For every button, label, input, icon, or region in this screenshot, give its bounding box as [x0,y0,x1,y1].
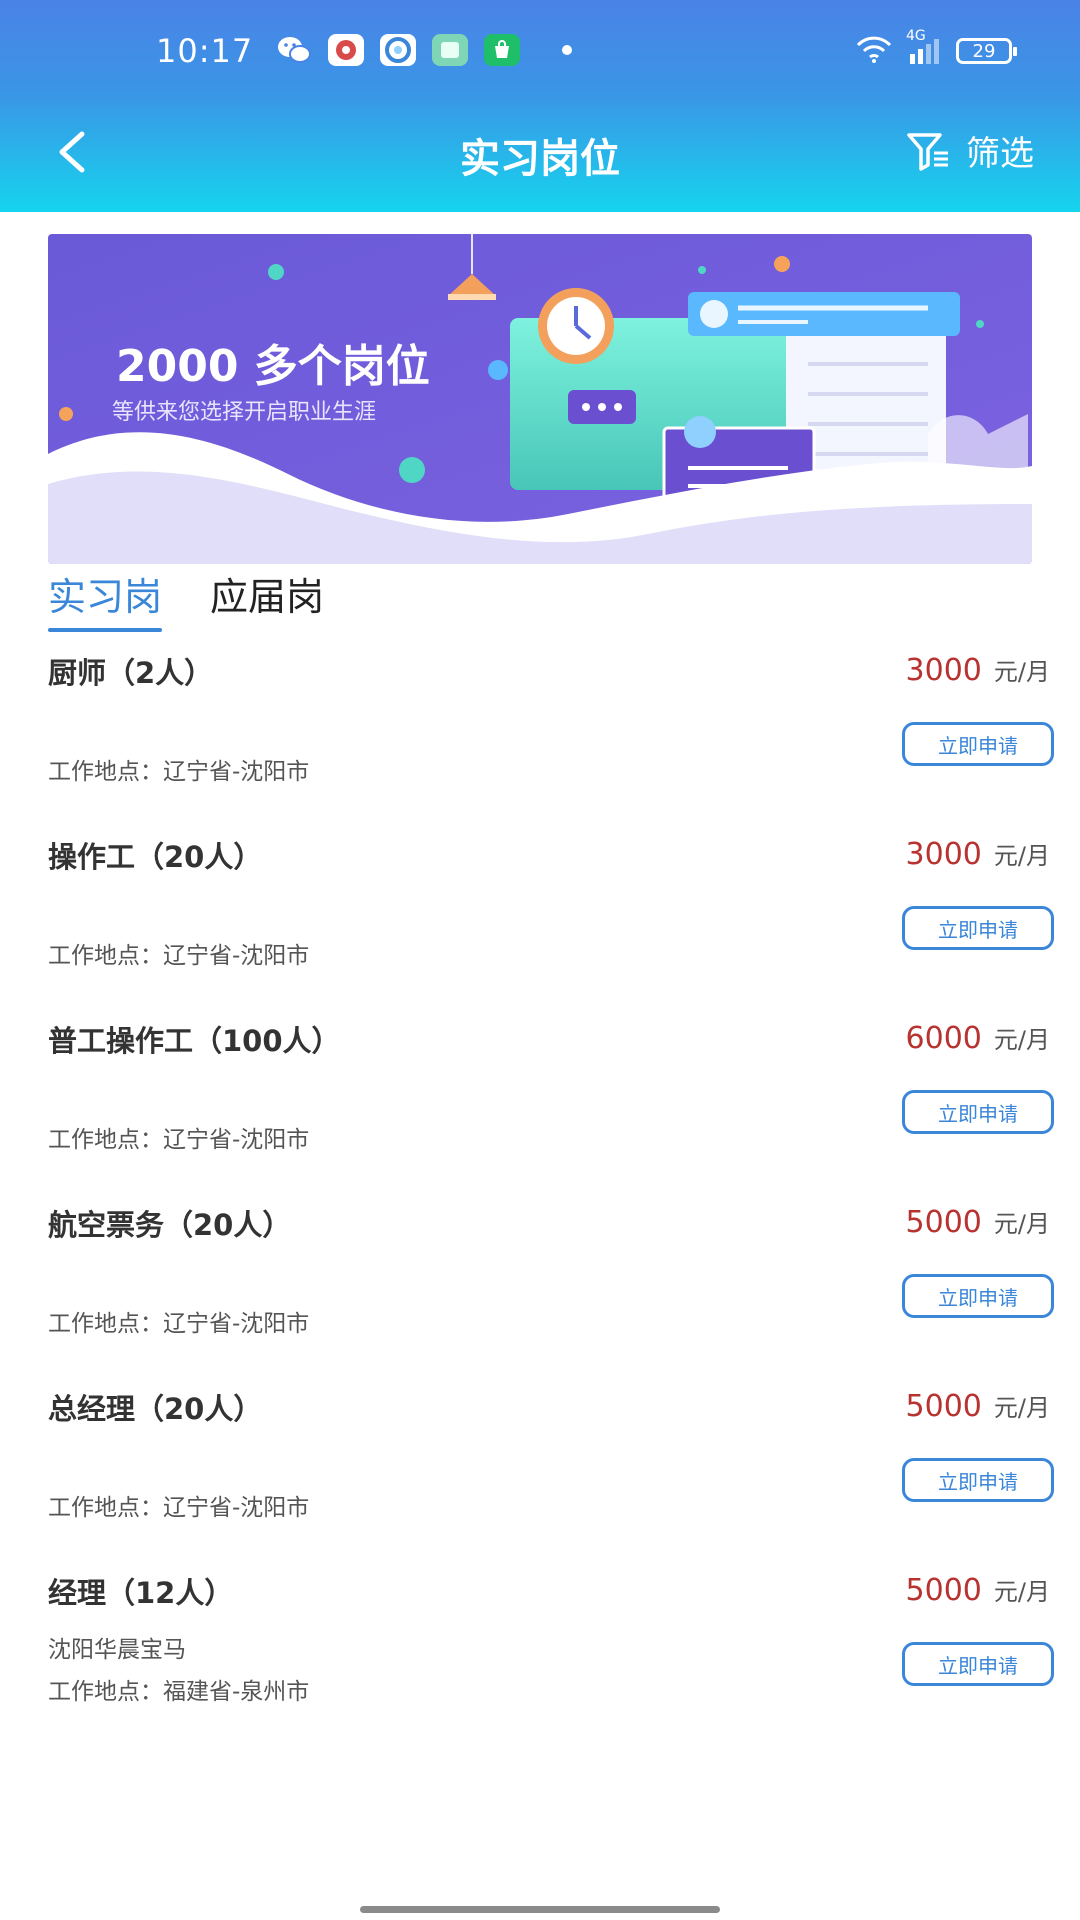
wifi-icon [854,34,894,68]
salary-amount: 3000 [905,653,982,688]
apply-button[interactable]: 立即申请 [902,1274,1054,1318]
salary-amount: 3000 [905,837,982,872]
tab-internship[interactable]: 实习岗 [48,566,163,632]
wechat-icon [276,34,312,66]
status-bar: 10:17 4G 29 [0,0,1080,105]
job-item[interactable]: 普工操作工（100人） 6000 元/月 工作地点：辽宁省-沈阳市 立即申请 [0,998,1080,1182]
notification-dot-icon [562,45,572,55]
back-button[interactable] [48,124,98,180]
job-item[interactable]: 总经理（20人） 5000 元/月 工作地点：辽宁省-沈阳市 立即申请 [0,1366,1080,1550]
job-location: 工作地点：辽宁省-沈阳市 [48,1495,310,1521]
battery-level: 29 [972,40,996,62]
header: 10:17 4G 29 实习岗位 筛选 [0,0,1080,212]
status-indicators: 4G 29 [854,28,1017,68]
job-title: 操作工（20人） [48,840,263,874]
job-title: 经理（12人） [48,1576,234,1610]
app-icon [328,34,364,66]
battery-icon: 29 [956,38,1017,64]
apply-button[interactable]: 立即申请 [902,1642,1054,1686]
job-type-tabs: 实习岗 应届岗 [48,566,324,632]
job-salary: 5000 元/月 [906,1572,1050,1608]
job-title: 厨师（2人） [48,656,214,690]
job-company: 沈阳华晨宝马 [48,1637,186,1663]
filter-icon [907,132,948,171]
job-salary: 3000 元/月 [906,652,1050,688]
salary-amount: 6000 [905,1021,982,1056]
job-location: 工作地点：辽宁省-沈阳市 [48,943,310,969]
job-salary: 6000 元/月 [906,1020,1050,1056]
salary-unit: 元/月 [993,1210,1050,1238]
browser-icon [380,34,416,66]
job-item[interactable]: 厨师（2人） 3000 元/月 工作地点：辽宁省-沈阳市 立即申请 [0,630,1080,814]
job-salary: 5000 元/月 [906,1204,1050,1240]
banner-subline: 等供来您选择开启职业生涯 [112,400,377,425]
job-location: 工作地点：辽宁省-沈阳市 [48,1311,310,1337]
job-title: 总经理（20人） [48,1392,263,1426]
job-title: 普工操作工（100人） [48,1024,341,1058]
job-salary: 3000 元/月 [906,836,1050,872]
salary-unit: 元/月 [993,842,1050,870]
apply-button[interactable]: 立即申请 [902,906,1054,950]
job-location: 工作地点：辽宁省-沈阳市 [48,1127,310,1153]
banner-headline: 2000 多个岗位 [116,341,430,392]
job-title: 航空票务（20人） [48,1208,292,1242]
signal-icon: 4G [906,28,942,66]
apply-button[interactable]: 立即申请 [902,722,1054,766]
salary-unit: 元/月 [993,1394,1050,1422]
job-salary: 5000 元/月 [906,1388,1050,1424]
navigation-bar: 实习岗位 筛选 [0,108,1080,198]
chevron-left-icon [59,131,85,173]
network-type: 4G [906,28,926,44]
job-item[interactable]: 操作工（20人） 3000 元/月 工作地点：辽宁省-沈阳市 立即申请 [0,814,1080,998]
filter-button[interactable]: 筛选 [906,126,1034,175]
salary-amount: 5000 [905,1573,982,1608]
job-location: 工作地点：福建省-泉州市 [48,1679,310,1705]
job-item[interactable]: 经理（12人） 5000 元/月 沈阳华晨宝马 工作地点：福建省-泉州市 立即申… [0,1550,1080,1734]
tab-graduate[interactable]: 应届岗 [210,566,324,626]
filter-label: 筛选 [966,134,1034,174]
job-location: 工作地点：辽宁省-沈阳市 [48,759,310,785]
salary-unit: 元/月 [993,1578,1050,1606]
job-item[interactable]: 航空票务（20人） 5000 元/月 工作地点：辽宁省-沈阳市 立即申请 [0,1182,1080,1366]
apply-button[interactable]: 立即申请 [902,1458,1054,1502]
tablet-icon [432,34,468,66]
shop-icon [484,34,520,66]
salary-unit: 元/月 [993,1026,1050,1054]
home-indicator[interactable] [360,1906,720,1913]
salary-amount: 5000 [905,1389,982,1424]
status-app-icons [276,34,572,66]
salary-unit: 元/月 [993,658,1050,686]
status-time: 10:17 [156,32,254,70]
promo-banner[interactable]: 2000 多个岗位 等供来您选择开启职业生涯 [48,234,1032,564]
job-list: 厨师（2人） 3000 元/月 工作地点：辽宁省-沈阳市 立即申请 操作工（20… [0,630,1080,1734]
apply-button[interactable]: 立即申请 [902,1090,1054,1134]
salary-amount: 5000 [905,1205,982,1240]
